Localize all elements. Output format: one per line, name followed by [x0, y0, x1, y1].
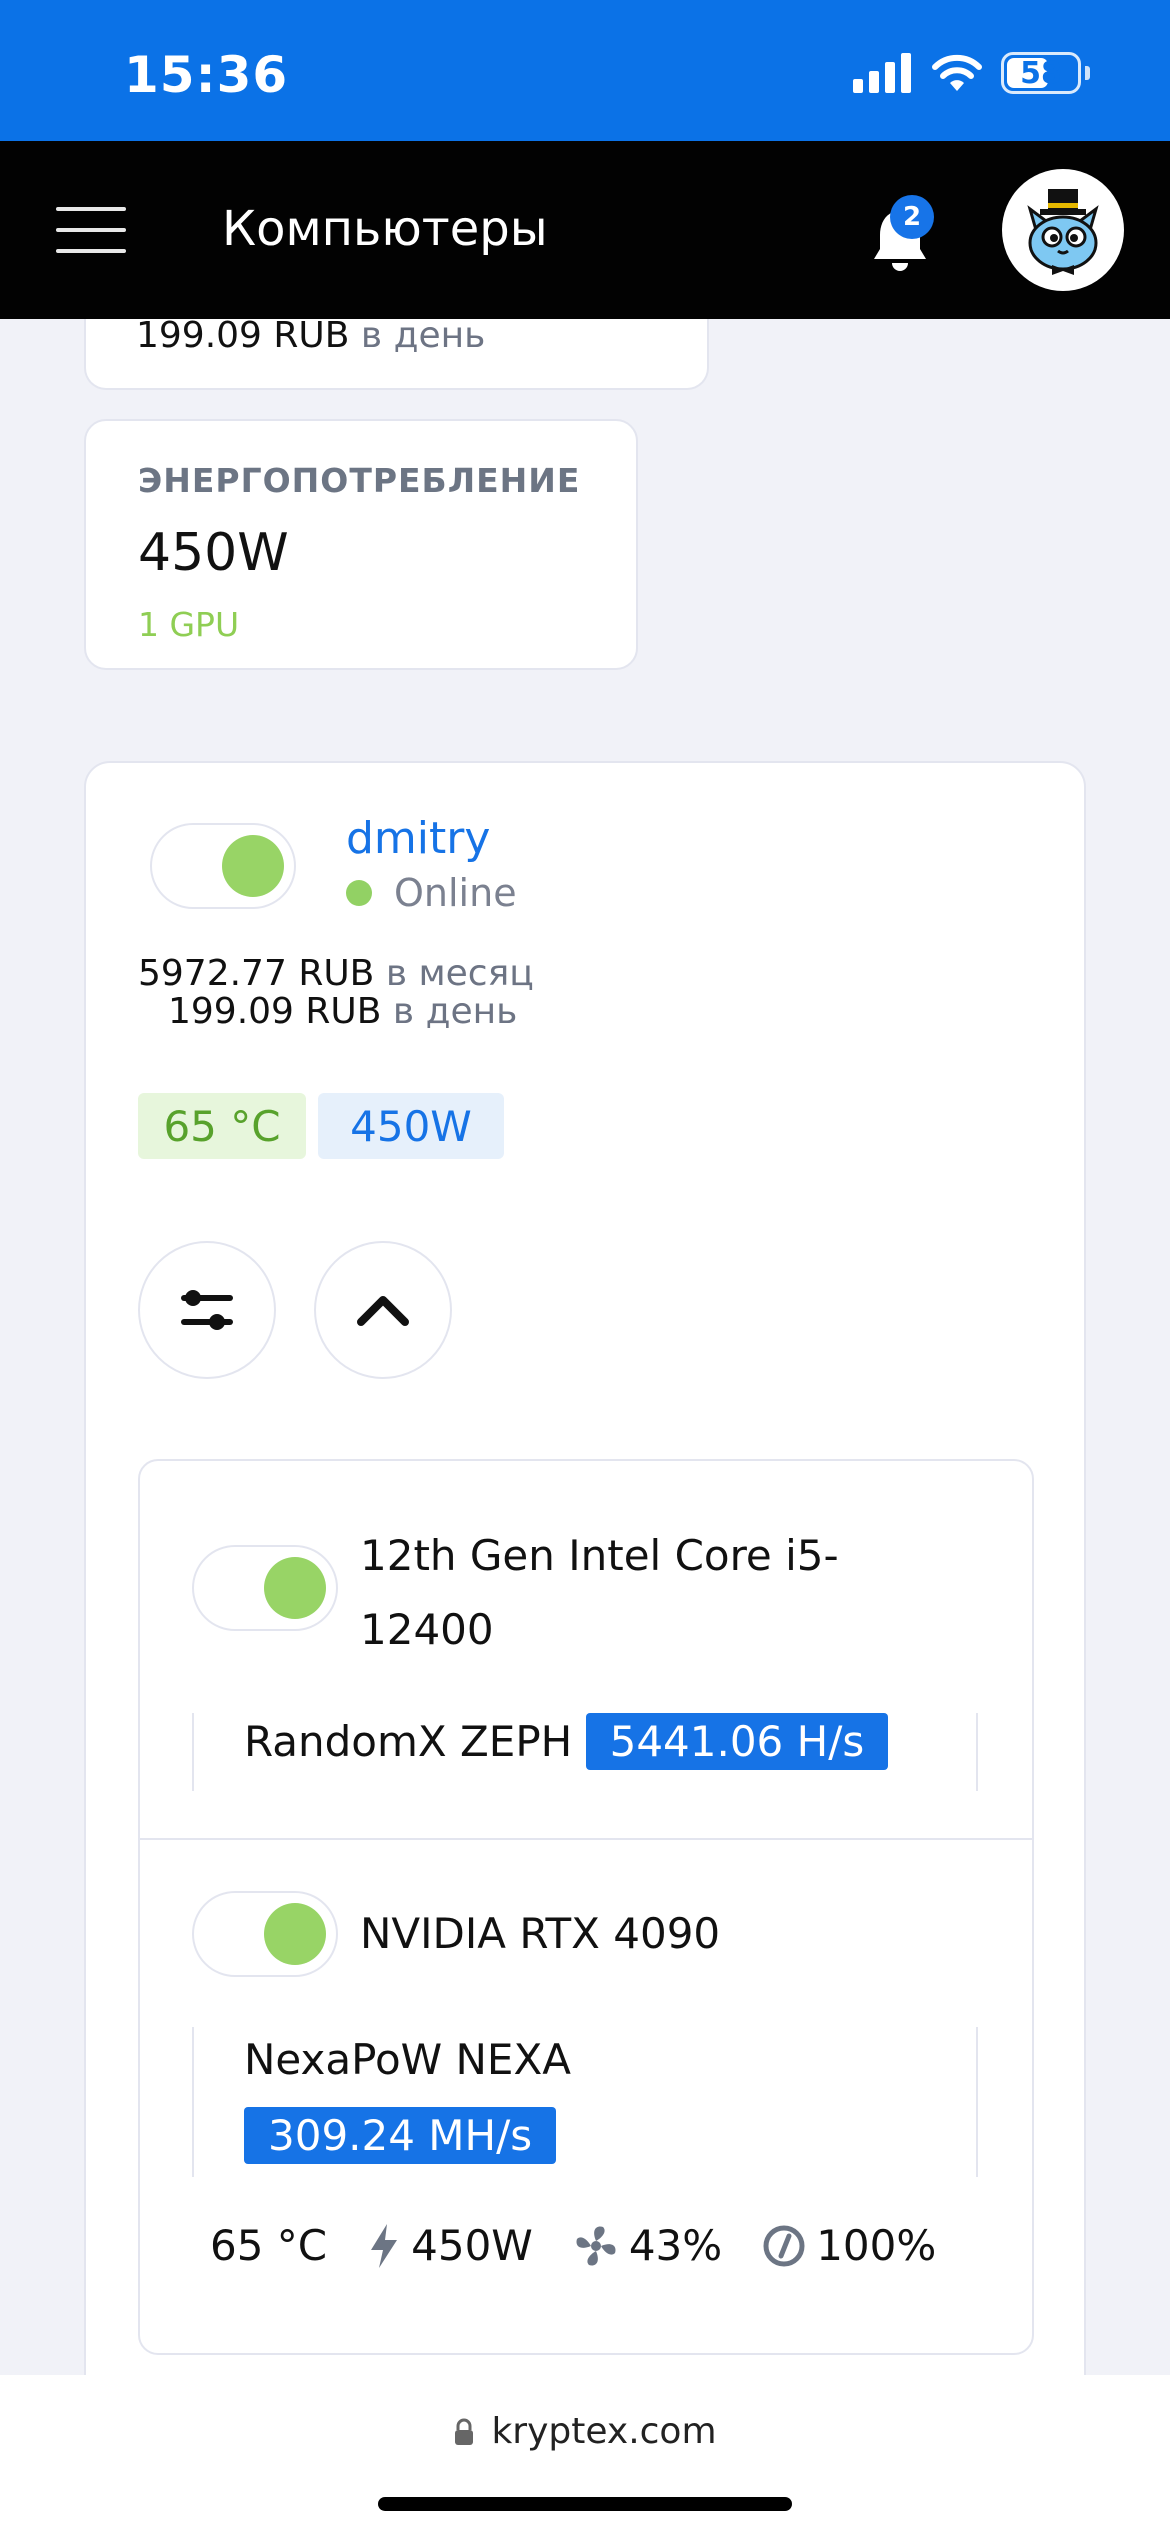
gpu-name: NVIDIA RTX 4090 [360, 1909, 721, 1958]
machine-earnings: 5972.77 RUB в месяц 199.09 RUB в день [138, 953, 534, 1032]
cpu-algorithm: RandomX ZEPH [244, 1717, 573, 1766]
content-area[interactable]: 199.09 RUB в день ЭНЕРГОПОТРЕБЛЕНИЕ 450W… [0, 319, 1170, 2375]
daily-earnings-value: 199.09 RUB в день [136, 319, 486, 356]
gpu-stats: 65 °C 450W 43% 100% [210, 2221, 976, 2270]
browser-url-bar[interactable]: kryptex.com [0, 2375, 1170, 2532]
lock-icon [455, 2418, 474, 2445]
collapse-button[interactable] [314, 1241, 452, 1379]
online-dot-icon [346, 880, 372, 906]
gpu-load: 100% [762, 2221, 936, 2270]
app-bar: Компьютеры 2 [0, 141, 1170, 319]
hamburger-menu-icon[interactable] [56, 203, 126, 257]
cpu-hashrate: 5441.06 H/s [585, 1713, 889, 1770]
machine-toggle[interactable] [150, 823, 296, 909]
avatar[interactable] [1002, 169, 1124, 291]
devices-list: 12th Gen Intel Core i5- 12400 RandomX ZE… [138, 1459, 1034, 2355]
gpu-temp: 65 °C [210, 2221, 328, 2270]
settings-button[interactable] [138, 1241, 276, 1379]
cpu-name: 12th Gen Intel Core i5- 12400 [360, 1531, 839, 1654]
energy-value: 450W [138, 523, 289, 583]
machine-card: dmitry Online 5972.77 RUB в месяц 199.09… [84, 761, 1086, 2375]
gauge-icon [763, 2225, 805, 2266]
device-divider [140, 1838, 1032, 1840]
gpu-power: 450W [367, 2221, 533, 2270]
notification-badge: 2 [890, 195, 934, 239]
gpu-count: 1 GPU [138, 605, 240, 644]
cpu-algo-row: RandomX ZEPH 5441.06 H/s [192, 1713, 978, 1791]
lightning-icon [371, 2223, 398, 2268]
gpu-fan: 43% [573, 2221, 722, 2270]
wifi-icon [932, 54, 982, 91]
gpu-algorithm: NexaPoW NEXA [244, 2035, 571, 2084]
signal-icon [853, 53, 911, 93]
power-badge: 450W [318, 1093, 504, 1159]
gpu-toggle[interactable] [192, 1891, 338, 1977]
machine-name-link[interactable]: dmitry [346, 813, 490, 864]
daily-earnings-card: 199.09 RUB в день [84, 319, 709, 390]
gpu-algo-row: NexaPoW NEXA 309.24 MH/s [192, 2027, 978, 2177]
chevron-up-icon [357, 1296, 409, 1326]
battery-level: 58 [1020, 55, 1062, 91]
temperature-badge: 65 °C [138, 1093, 306, 1159]
battery-icon: 58 [1001, 52, 1081, 94]
cat-mascot-icon [1010, 177, 1116, 283]
energy-label: ЭНЕРГОПОТРЕБЛЕНИЕ [138, 461, 581, 500]
sliders-icon [181, 1290, 233, 1330]
status-time: 15:36 [124, 46, 289, 104]
status-bar: 15:36 58 [0, 0, 1170, 141]
energy-consumption-card: ЭНЕРГОПОТРЕБЛЕНИЕ 450W 1 GPU [84, 419, 638, 670]
url-text: kryptex.com [491, 2411, 717, 2452]
gpu-hashrate: 309.24 MH/s [244, 2107, 557, 2164]
status-icons: 58 [853, 52, 1090, 94]
machine-status: Online [346, 871, 517, 915]
fan-icon [576, 2226, 616, 2265]
page-title: Компьютеры [222, 201, 548, 257]
home-indicator[interactable] [378, 2497, 792, 2511]
cpu-toggle[interactable] [192, 1545, 338, 1631]
